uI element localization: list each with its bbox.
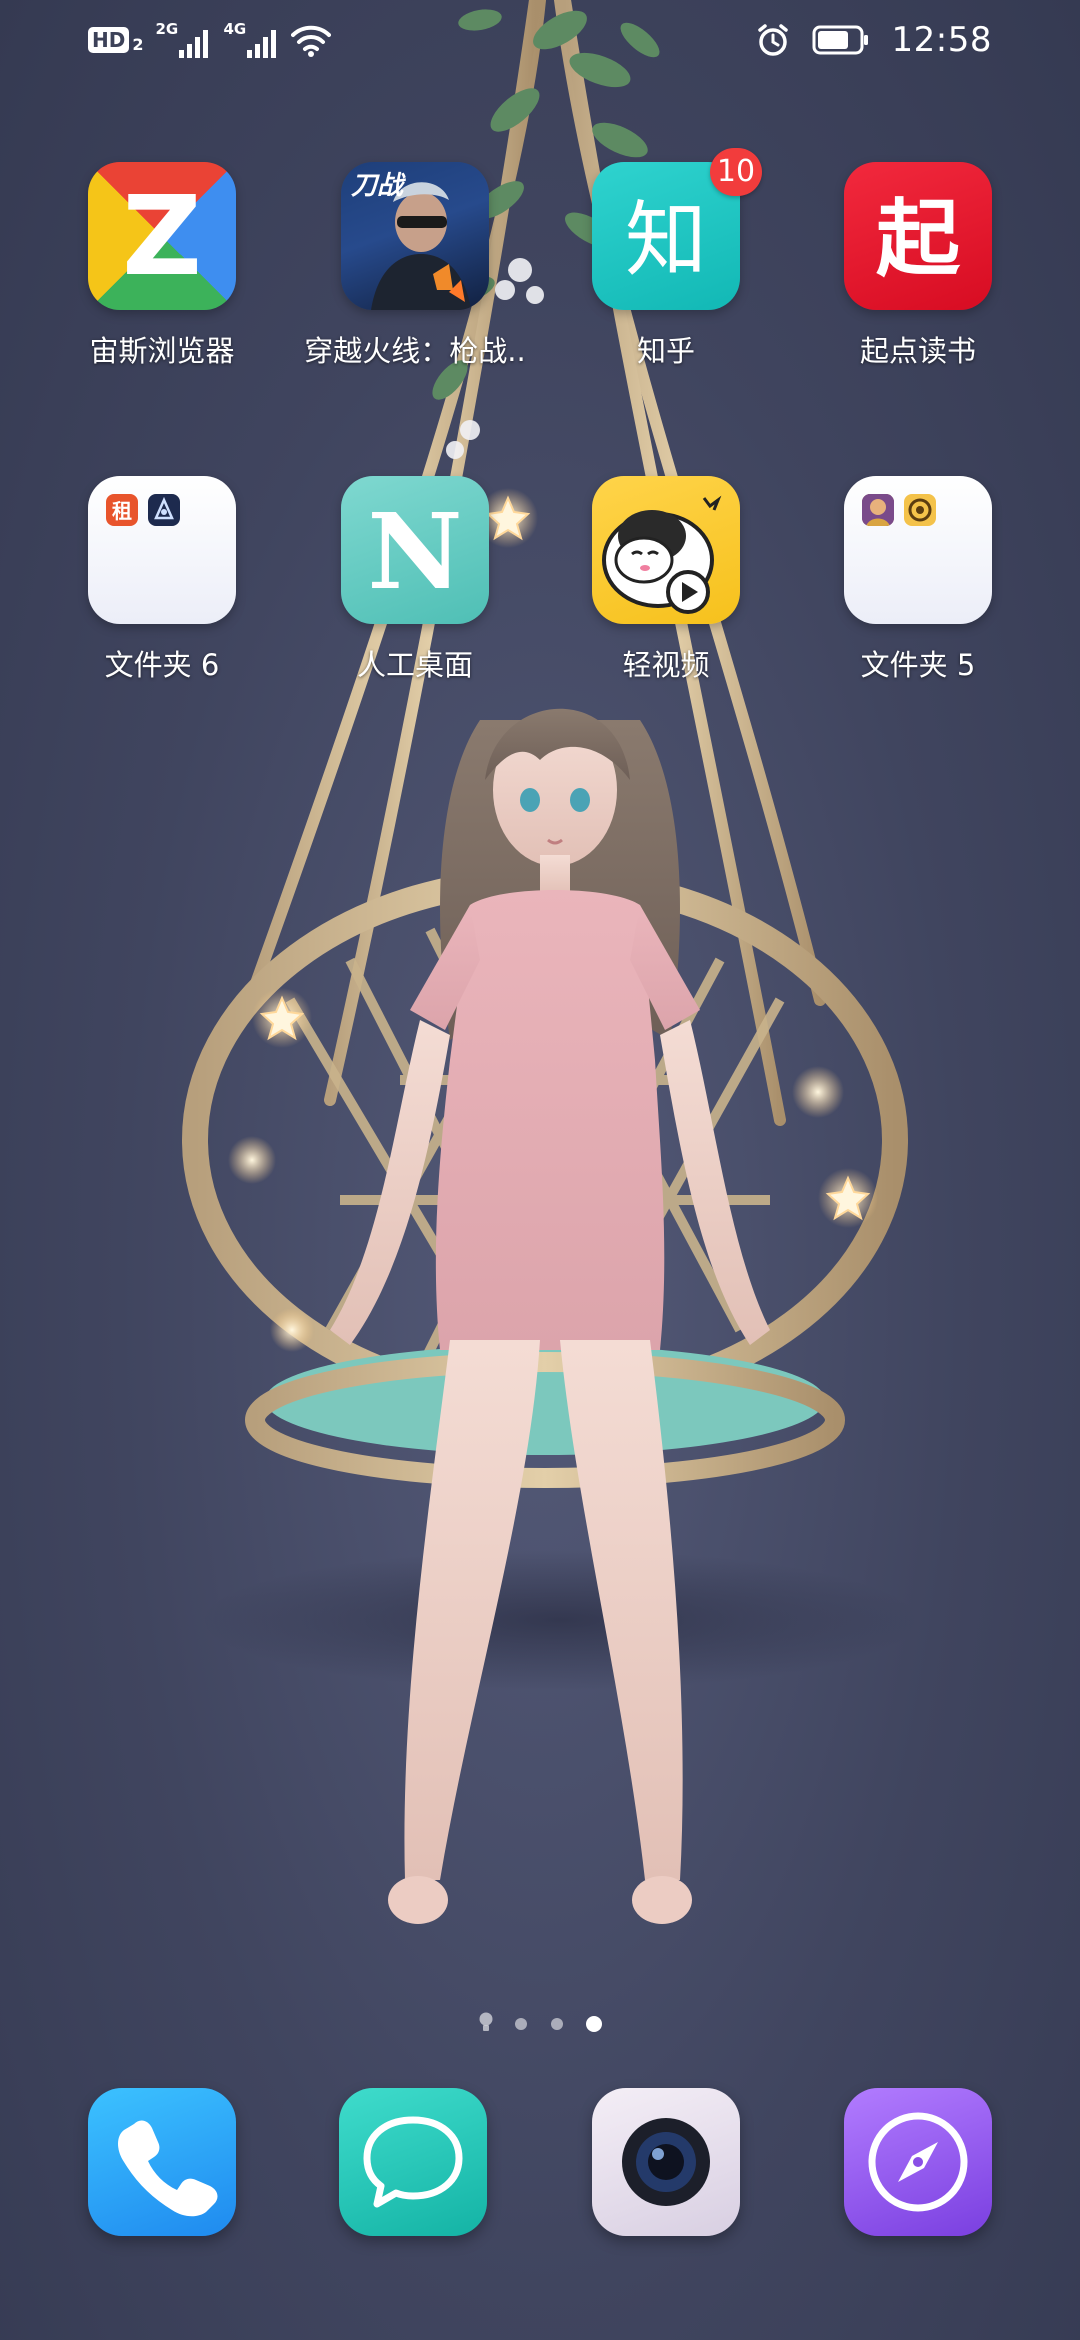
page-indicator[interactable] xyxy=(0,2010,1080,2040)
app-label: 穿越火线：枪战.. xyxy=(304,334,526,368)
battery-icon xyxy=(812,25,868,55)
browser-dock-button[interactable] xyxy=(844,2088,992,2236)
folder-5[interactable]: 文件夹 5 xyxy=(798,476,1038,684)
wifi-icon xyxy=(291,25,332,57)
qidian-icon: 起 xyxy=(844,162,992,310)
app-zeus-browser[interactable]: Z 宙斯浏览器 xyxy=(42,162,282,370)
messages-dock-button[interactable] xyxy=(339,2088,487,2236)
lightbulb-icon[interactable] xyxy=(477,2011,495,2035)
hd-voice-indicator: HD 2 xyxy=(88,27,143,54)
crossfire-logo-text: 刀战 xyxy=(351,171,406,201)
app-zhihu[interactable]: 知 10 知乎 xyxy=(546,148,786,370)
folder-app-mini-icon: 租 xyxy=(106,494,138,526)
notification-badge: 10 xyxy=(710,148,762,196)
status-bar-left: HD 2 2G 4G xyxy=(88,18,332,62)
app-label: 宙斯浏览器 xyxy=(89,334,235,368)
status-bar-right: 12:58 xyxy=(756,14,992,66)
app-label: 知乎 xyxy=(636,334,695,368)
folder-app-mini-icon xyxy=(148,494,180,526)
artificial-desktop-icon: N xyxy=(341,476,489,624)
home-screen: HD 2 2G 4G 12:58 Z 宙斯浏览器 刀战 穿越火线：枪战.. 知 … xyxy=(0,0,1080,2340)
signal-bars-icon xyxy=(179,30,209,58)
zhihu-glyph: 知 xyxy=(625,193,707,288)
page-dot[interactable] xyxy=(551,2018,563,2030)
app-label: 人工桌面 xyxy=(356,648,473,682)
folder-6[interactable]: 租 文件夹 6 xyxy=(42,476,282,684)
camera-icon xyxy=(622,2118,710,2206)
page-dot-active[interactable] xyxy=(586,2016,602,2032)
app-crossfire[interactable]: 刀战 穿越火线：枪战.. xyxy=(295,162,535,370)
compass-icon xyxy=(868,2112,968,2212)
app-artificial-desktop[interactable]: N 人工桌面 xyxy=(295,476,535,684)
app-qidian[interactable]: 起 起点读书 xyxy=(798,162,1038,370)
phone-icon xyxy=(118,2120,218,2217)
message-icon xyxy=(363,2116,463,2208)
app-label: 文件夹 5 xyxy=(860,648,976,682)
qidian-glyph: 起 xyxy=(876,190,961,288)
artificial-desktop-glyph: N xyxy=(367,490,462,613)
crossfire-game-icon: 刀战 xyxy=(341,162,489,310)
camera-dock-button[interactable] xyxy=(592,2088,740,2236)
zeus-browser-icon: Z xyxy=(88,162,236,310)
status-bar: HD 2 2G 4G 12:58 xyxy=(0,0,1080,80)
zhihu-icon-wrap: 知 10 xyxy=(592,148,762,310)
folder-icon: 租 xyxy=(88,476,236,624)
hd-sim-label: 2 xyxy=(132,34,144,54)
phone-dock-button[interactable] xyxy=(88,2088,236,2236)
app-label: 起点读书 xyxy=(859,334,976,368)
app-label: 文件夹 6 xyxy=(104,648,220,682)
app-label: 轻视频 xyxy=(622,648,710,682)
page-dot[interactable] xyxy=(515,2018,527,2030)
folder-icon xyxy=(844,476,992,624)
alarm-icon xyxy=(757,24,788,56)
sim1-network-type: 2G xyxy=(155,20,179,38)
hd-label: HD xyxy=(88,27,130,53)
sim2-network-type: 4G xyxy=(223,20,247,38)
app-light-video[interactable]: 轻视频 xyxy=(546,476,786,684)
folder-mini-glyph: 租 xyxy=(112,499,132,523)
sim2-signal: 4G xyxy=(223,20,279,60)
clock: 12:58 xyxy=(891,20,992,60)
zeus-browser-glyph: Z xyxy=(122,172,202,300)
sim1-signal: 2G xyxy=(155,20,211,60)
light-video-icon xyxy=(592,476,740,624)
folder-app-mini-icon xyxy=(904,494,936,526)
folder-app-mini-icon xyxy=(862,494,894,526)
signal-bars-icon xyxy=(247,30,277,58)
